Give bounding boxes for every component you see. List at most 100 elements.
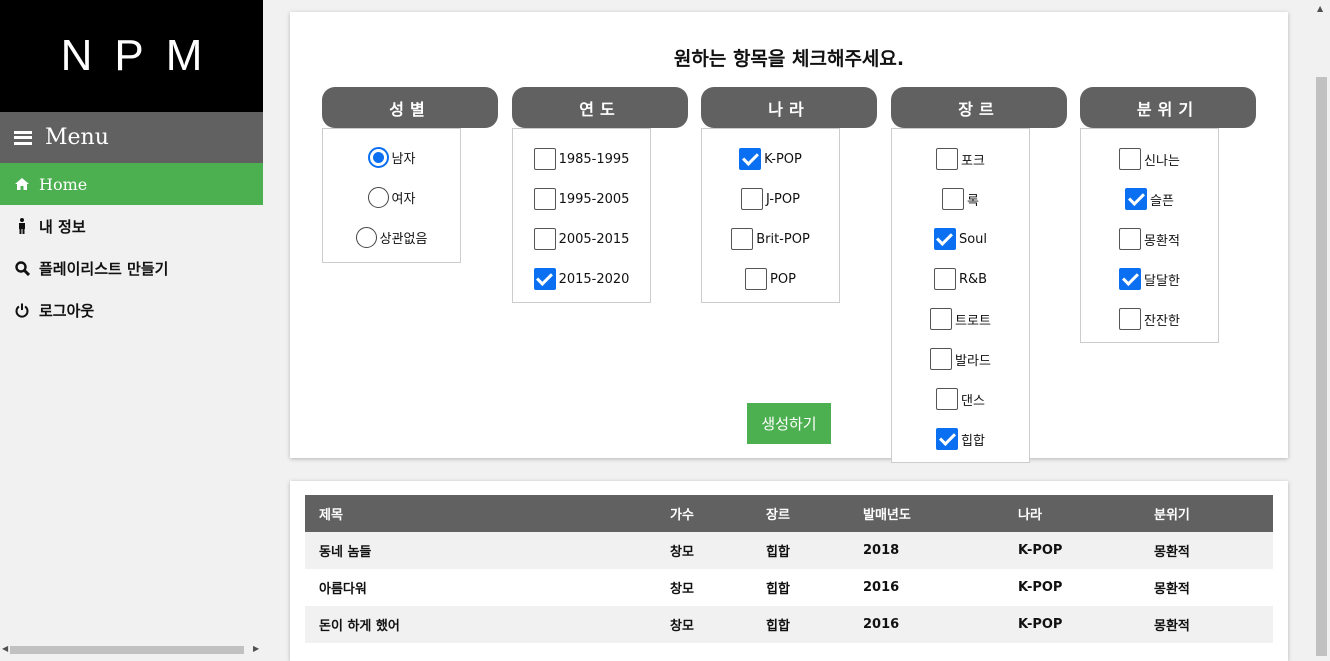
column-header: 연도 <box>512 87 688 128</box>
option[interactable]: POP <box>702 259 839 299</box>
cell-mood: 몽환적 <box>1140 532 1273 569</box>
checkbox[interactable] <box>936 388 959 410</box>
option[interactable]: Soul <box>892 219 1029 259</box>
option[interactable]: 상관없음 <box>323 217 460 257</box>
option[interactable]: 신나는 <box>1081 139 1218 179</box>
column-header-mood[interactable]: 분위기 <box>1140 495 1273 532</box>
sidebar-item-make-playlist[interactable]: 플레이리스트 만들기 <box>0 247 263 289</box>
power-icon <box>14 303 30 318</box>
option[interactable]: 2015-2020 <box>513 259 650 299</box>
checkbox[interactable] <box>942 188 965 210</box>
checkbox[interactable] <box>1119 228 1142 250</box>
checkbox[interactable] <box>1119 308 1142 330</box>
table-row[interactable]: 동네 놈들 창모 힙합 2018 K-POP 몽환적 <box>305 532 1273 569</box>
checkbox[interactable] <box>936 428 959 450</box>
column-year: 연도 1985-1995 1995-2005 2005-2015 2015-20… <box>512 87 688 303</box>
option-label: 트로트 <box>955 313 991 329</box>
option-label: 댄스 <box>961 393 985 409</box>
option[interactable]: 힙합 <box>892 419 1029 459</box>
sidebar-item-label: Home <box>39 174 88 194</box>
checkbox[interactable] <box>745 268 768 290</box>
option[interactable]: 1985-1995 <box>513 139 650 179</box>
option[interactable]: 달달한 <box>1081 259 1218 299</box>
option-label: 1985-1995 <box>558 151 630 167</box>
column-gender: 성별 남자 여자 상관없음 <box>322 87 498 263</box>
radio-button[interactable] <box>367 146 389 168</box>
option-label: 1995-2005 <box>558 191 630 207</box>
option[interactable]: K-POP <box>702 139 839 179</box>
option[interactable]: 포크 <box>892 139 1029 179</box>
option-label: 잔잔한 <box>1144 313 1180 329</box>
option[interactable]: 몽환적 <box>1081 219 1218 259</box>
person-icon <box>14 218 30 234</box>
checkbox[interactable] <box>731 228 754 250</box>
checkbox[interactable] <box>1119 148 1142 170</box>
option[interactable]: 트로트 <box>892 299 1029 339</box>
checkbox[interactable] <box>930 348 953 370</box>
scrollbar-thumb[interactable] <box>10 646 244 654</box>
option[interactable]: J-POP <box>702 179 839 219</box>
scroll-up-icon[interactable]: ▲ <box>1317 4 1323 13</box>
results-table: 제목 가수 장르 발매년도 나라 분위기 동네 놈들 창모 힙합 2018 K-… <box>305 495 1273 643</box>
scrollbar-thumb[interactable] <box>1316 77 1327 656</box>
vertical-scrollbar[interactable]: ▲ <box>1313 0 1330 656</box>
column-country: 나라 K-POP J-POP Brit-POP POP <box>701 87 877 303</box>
home-icon <box>14 178 30 190</box>
cell-title: 돈이 하게 했어 <box>305 606 656 643</box>
option-label: 힙합 <box>961 433 985 449</box>
checkbox[interactable] <box>741 188 763 210</box>
column-header-year[interactable]: 발매년도 <box>849 495 1004 532</box>
option-label: 신나는 <box>1144 153 1180 169</box>
option-label: 포크 <box>961 153 985 169</box>
sidebar-item-my-info[interactable]: 내 정보 <box>0 205 263 247</box>
horizontal-scrollbar[interactable]: ◀ ▶ <box>0 642 263 656</box>
option-label: Brit-POP <box>756 231 810 247</box>
checkbox[interactable] <box>533 148 556 170</box>
radio-button[interactable] <box>355 226 377 248</box>
checkbox[interactable] <box>739 148 762 170</box>
checkbox[interactable] <box>933 228 956 250</box>
checkbox[interactable] <box>1119 268 1142 290</box>
option[interactable]: 록 <box>892 179 1029 219</box>
scroll-left-icon[interactable]: ◀ <box>2 644 8 653</box>
checkbox[interactable] <box>533 268 556 290</box>
checkbox[interactable] <box>1125 188 1148 210</box>
option-label: 상관없음 <box>379 231 428 247</box>
sidebar-item-home[interactable]: Home <box>0 163 263 205</box>
column-header-title[interactable]: 제목 <box>305 495 656 532</box>
menu-header[interactable]: Menu <box>0 112 263 163</box>
column-header-country[interactable]: 나라 <box>1004 495 1140 532</box>
option[interactable]: 발라드 <box>892 339 1029 379</box>
option-label: 남자 <box>391 151 416 167</box>
checkbox[interactable] <box>936 148 959 170</box>
menu-label: Menu <box>45 125 109 150</box>
table-row[interactable]: 돈이 하게 했어 창모 힙합 2016 K-POP 몽환적 <box>305 606 1273 643</box>
option-label: 몽환적 <box>1144 233 1180 249</box>
checkbox[interactable] <box>533 228 556 250</box>
option-label: 여자 <box>391 191 416 207</box>
results-panel: 제목 가수 장르 발매년도 나라 분위기 동네 놈들 창모 힙합 2018 K-… <box>290 481 1288 661</box>
option[interactable]: 슬픈 <box>1081 179 1218 219</box>
option[interactable]: 잔잔한 <box>1081 299 1218 339</box>
radio-button[interactable] <box>367 186 389 208</box>
column-header-genre[interactable]: 장르 <box>752 495 849 532</box>
cell-artist: 창모 <box>656 606 752 643</box>
sidebar-item-logout[interactable]: 로그아웃 <box>0 289 263 331</box>
option[interactable]: 댄스 <box>892 379 1029 419</box>
option[interactable]: 1995-2005 <box>513 179 650 219</box>
option[interactable]: R&B <box>892 259 1029 299</box>
option[interactable]: 남자 <box>323 137 460 177</box>
option[interactable]: Brit-POP <box>702 219 839 259</box>
table-row[interactable]: 아름다워 창모 힙합 2016 K-POP 몽환적 <box>305 569 1273 606</box>
checkbox[interactable] <box>533 188 556 210</box>
option[interactable]: 2005-2015 <box>513 219 650 259</box>
column-mood: 분위기 신나는 슬픈 몽환적 달달한 잔잔한 <box>1080 87 1256 343</box>
option[interactable]: 여자 <box>323 177 460 217</box>
scroll-right-icon[interactable]: ▶ <box>253 644 259 653</box>
checkbox[interactable] <box>933 268 956 290</box>
column-header-artist[interactable]: 가수 <box>656 495 752 532</box>
generate-button[interactable]: 생성하기 <box>747 403 831 444</box>
checkbox[interactable] <box>930 308 953 330</box>
cell-artist: 창모 <box>670 582 694 597</box>
options-box: 1985-1995 1995-2005 2005-2015 2015-2020 <box>512 128 651 303</box>
